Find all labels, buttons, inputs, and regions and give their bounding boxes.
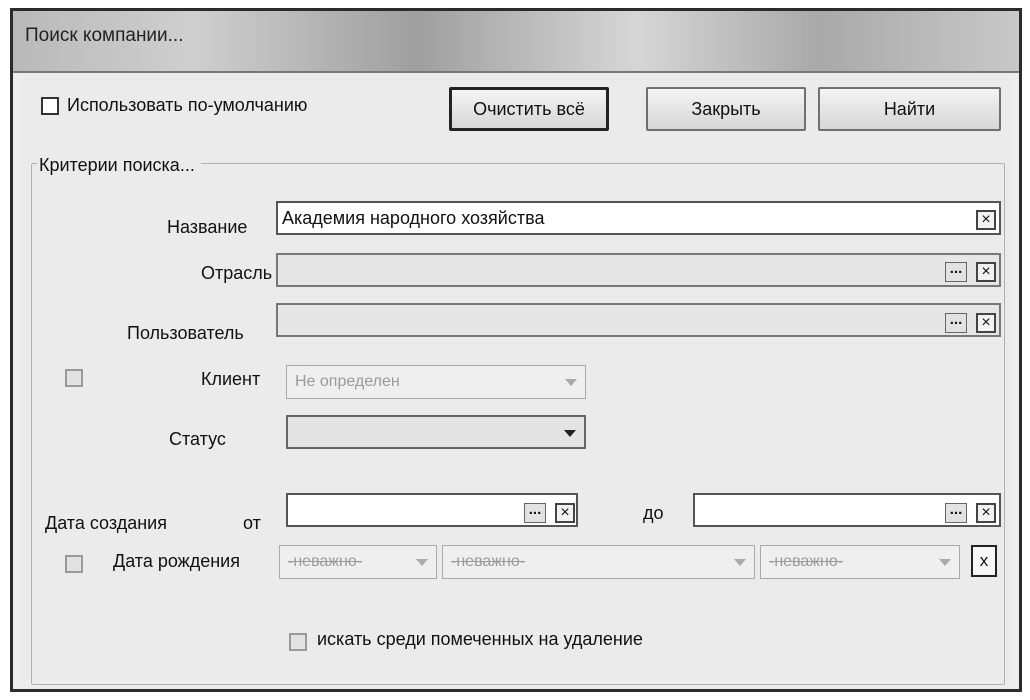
client-select[interactable]: Не определен [286,365,586,399]
status-chevron-down-icon [564,430,576,437]
user-clear-x-icon[interactable]: × [976,313,996,333]
use-default-label: Использовать по-умолчанию [67,95,308,115]
find-button[interactable]: Найти [818,87,1001,131]
user-label: Пользователь [127,323,244,343]
industry-ellipsis-icon[interactable]: ... [945,261,967,282]
birth-clear-button[interactable]: x [971,545,997,577]
birth-date-checkbox[interactable] [65,555,83,573]
window-title: Поиск компании... [25,25,184,46]
birth-year-chevron-down-icon [939,559,951,566]
client-checkbox[interactable] [65,369,83,387]
close-button[interactable]: Закрыть [646,87,806,131]
birth-day-chevron-down-icon [416,559,428,566]
birth-day-value: -неважно- [288,553,363,570]
client-label: Клиент [201,369,261,389]
search-criteria-title: Критерии поиска... [37,155,201,176]
from-ellipsis-icon[interactable]: ... [524,502,546,523]
to-clear-x-icon[interactable]: × [976,503,996,523]
search-deleted-label: искать среди помеченных на удаление [317,629,643,649]
to-ellipsis-icon[interactable]: ... [945,502,967,523]
birth-day-select[interactable]: -неважно- [279,545,437,579]
user-input[interactable] [276,303,1001,337]
clear-all-button[interactable]: Очистить всё [449,87,609,131]
use-default-checkbox[interactable] [41,97,59,115]
industry-input[interactable] [276,253,1001,287]
birth-month-value: -неважно- [451,553,526,570]
user-ellipsis-icon[interactable]: ... [945,312,967,333]
industry-clear-x-icon[interactable]: × [976,262,996,282]
birth-month-select[interactable]: -неважно- [442,545,755,579]
birth-date-label: Дата рождения [113,551,240,571]
birth-year-select[interactable]: -неважно- [760,545,960,579]
title-bar[interactable]: Поиск компании... [13,11,1019,73]
search-deleted-checkbox[interactable] [289,633,307,651]
name-input[interactable]: Академия народного хозяйства [276,201,1001,235]
to-label: до [643,503,664,523]
search-company-window: Поиск компании... Использовать по-умолча… [10,8,1022,692]
birth-month-chevron-down-icon [734,559,746,566]
industry-label: Отрасль [201,263,273,283]
from-label: от [243,513,261,533]
birth-year-value: -неважно- [769,553,844,570]
created-date-label: Дата создания [45,513,167,533]
client-chevron-down-icon [565,379,577,386]
client-select-value: Не определен [295,373,400,390]
dialog-body: Использовать по-умолчанию Очистить всё З… [21,73,1011,685]
name-label: Название [167,217,248,237]
from-clear-x-icon[interactable]: × [555,503,575,523]
name-clear-x-icon[interactable]: × [976,210,996,230]
status-select[interactable] [286,415,586,449]
status-label: Статус [169,429,226,449]
